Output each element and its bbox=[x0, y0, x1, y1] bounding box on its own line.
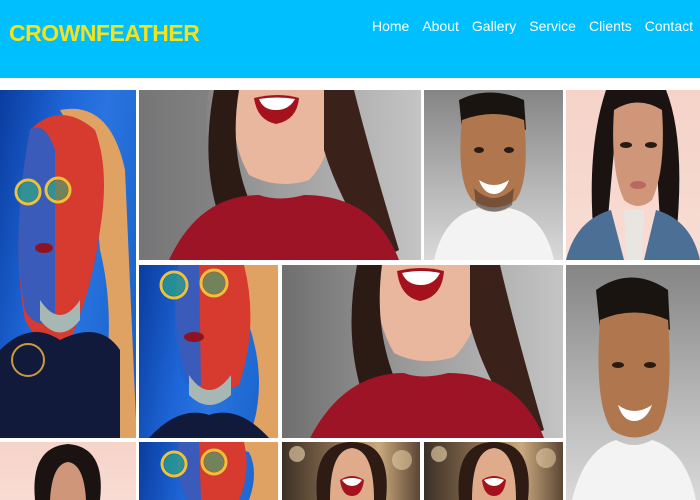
photo-dark-hair-woman-image bbox=[34, 444, 101, 500]
photo-red-sweater-2-image bbox=[310, 265, 544, 438]
gallery-photo-smiling-man-2[interactable] bbox=[566, 265, 700, 500]
gallery-photo-smiling-man[interactable] bbox=[424, 90, 563, 260]
photo-smiling-man-2-image bbox=[572, 277, 696, 500]
gallery-photo-glasses-woman-3[interactable] bbox=[139, 442, 278, 500]
nav-about[interactable]: About bbox=[422, 18, 459, 34]
main-nav: Home About Gallery Service Clients Conta… bbox=[372, 18, 693, 34]
photo-glasses-woman-2-image bbox=[149, 265, 278, 438]
gallery-photo-denim-woman[interactable] bbox=[566, 90, 700, 260]
gallery-photo-dark-hair-woman[interactable] bbox=[0, 442, 136, 500]
photo-glasses-woman-image bbox=[0, 108, 136, 438]
nav-home[interactable]: Home bbox=[372, 18, 409, 34]
nav-gallery[interactable]: Gallery bbox=[472, 18, 516, 34]
photo-glasses-woman-3-image bbox=[160, 442, 278, 500]
photo-denim-woman-image bbox=[566, 90, 700, 260]
site-header: CROWNFEATHER Home About Gallery Service … bbox=[0, 0, 700, 78]
brand-logo[interactable]: CROWNFEATHER bbox=[9, 20, 200, 47]
photo-laughing-woman-image bbox=[289, 442, 412, 500]
nav-service[interactable]: Service bbox=[529, 18, 576, 34]
photo-red-sweater-image bbox=[139, 90, 399, 260]
gallery-photo-red-sweater-smile[interactable] bbox=[139, 90, 421, 260]
photo-smiling-man-image bbox=[434, 92, 554, 260]
nav-contact[interactable]: Contact bbox=[645, 18, 693, 34]
nav-clients[interactable]: Clients bbox=[589, 18, 632, 34]
gallery-photo-laughing-woman[interactable] bbox=[282, 442, 420, 500]
gallery-photo-glasses-woman[interactable] bbox=[0, 90, 136, 438]
gallery-photo-laughing-woman-2[interactable] bbox=[424, 442, 563, 500]
gallery-photo-glasses-woman-2[interactable] bbox=[139, 265, 278, 438]
photo-laughing-woman-2-image bbox=[431, 442, 556, 500]
gallery-photo-red-sweater-smile-2[interactable] bbox=[282, 265, 563, 438]
